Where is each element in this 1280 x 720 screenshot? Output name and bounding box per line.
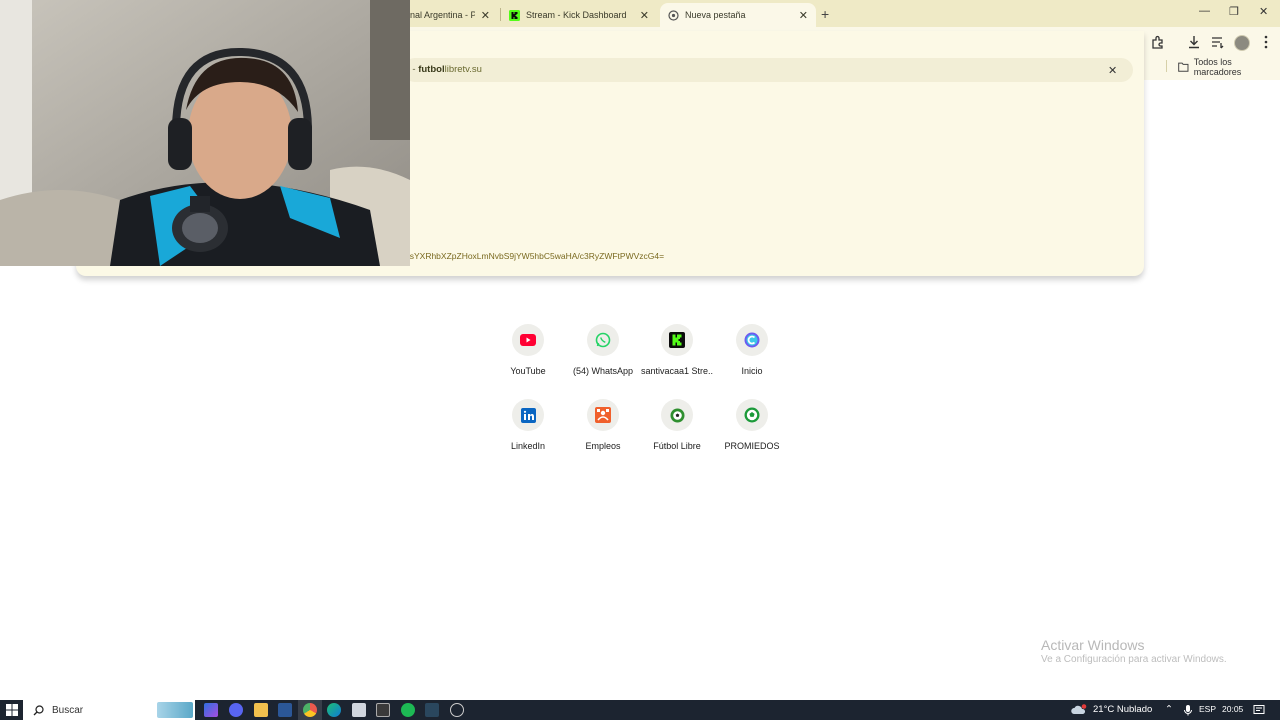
cloudy-weather-icon[interactable]	[1071, 704, 1087, 716]
spotify-icon[interactable]	[401, 703, 415, 717]
futbol-libre-icon	[670, 408, 684, 422]
shortcut-icon-circle	[587, 324, 619, 356]
shortcut-kick[interactable]: santivacaa1 Stre...	[641, 324, 713, 376]
close-window-button[interactable]: ✕	[1259, 5, 1268, 18]
bookmarks-separator	[1166, 60, 1167, 72]
edge-icon[interactable]	[327, 703, 341, 717]
restore-button[interactable]: ❐	[1229, 5, 1239, 18]
empleos-icon	[595, 407, 611, 423]
search-placeholder: Buscar	[52, 704, 84, 716]
shortcut-icon-circle	[512, 399, 544, 431]
close-icon[interactable]: ✕	[799, 9, 808, 22]
shortcut-icon-circle	[736, 324, 768, 356]
shortcut-icon-circle	[736, 399, 768, 431]
new-tab-page-icon	[668, 9, 679, 21]
language-indicator[interactable]: ESP	[1199, 704, 1216, 714]
promiedos-icon	[744, 407, 760, 423]
tab-title: Stream - Kick Dashboard	[526, 10, 627, 20]
omnibox-suggestion-row[interactable]	[403, 58, 1133, 82]
shortcut-icon-circle	[661, 399, 693, 431]
shortcut-inicio[interactable]: Inicio	[716, 324, 788, 376]
minimize-button[interactable]: —	[1199, 5, 1210, 17]
shortcut-icon-circle	[661, 324, 693, 356]
activate-windows-title: Activar Windows	[1041, 637, 1145, 653]
download-icon[interactable]	[1186, 34, 1202, 50]
shortcut-whatsapp[interactable]: (54) WhatsApp	[567, 324, 639, 376]
shortcut-label: YouTube	[510, 366, 546, 376]
kick-icon	[509, 9, 520, 21]
search-highlight-image	[157, 702, 193, 718]
whatsapp-icon	[595, 332, 611, 348]
shortcut-label: Inicio	[741, 366, 763, 376]
omnibox-url-suggestion[interactable]: 9sYXRhbXZpZHoxLmNvbS9jYW5hbC5waHA/c3RyZW…	[405, 251, 664, 261]
shortcut-icon-circle	[512, 324, 544, 356]
shortcut-empleos[interactable]: Empleos	[567, 399, 639, 451]
shortcut-label: LinkedIn	[510, 441, 546, 451]
search-icon	[33, 704, 44, 715]
clock-time[interactable]: 20:05	[1222, 704, 1243, 714]
shortcut-label: santivacaa1 Stre...	[641, 366, 713, 376]
shortcut-youtube[interactable]: YouTube	[492, 324, 564, 376]
streamer-webcam-image	[0, 0, 410, 266]
linkedin-icon	[520, 407, 536, 423]
obs-icon[interactable]	[376, 703, 390, 717]
menu-icon[interactable]	[1258, 34, 1274, 50]
shortcut-label: (54) WhatsApp	[572, 366, 634, 376]
omnibox-suggestion-text: s - futbollibretv.su	[405, 64, 482, 75]
all-bookmarks-button[interactable]: Todos los marcadores	[1178, 57, 1280, 77]
all-bookmarks-label: Todos los marcadores	[1193, 57, 1242, 77]
close-icon[interactable]: ✕	[640, 9, 649, 22]
remove-suggestion-button[interactable]: ✕	[1108, 64, 1117, 77]
profile-avatar[interactable]	[1234, 35, 1250, 51]
notification-icon[interactable]	[1253, 704, 1265, 716]
chevron-up-icon[interactable]: ⌃	[1165, 704, 1173, 715]
shortcut-label: Empleos	[585, 441, 621, 451]
tab-argentina[interactable]: nal Argentina - PC ✕	[402, 3, 498, 27]
suggestion-domain: libretv.su	[444, 64, 482, 75]
steam-icon[interactable]	[425, 703, 439, 717]
suggestion-match: futbol	[418, 64, 445, 75]
youtube-icon	[520, 334, 536, 346]
tab-kick-dashboard[interactable]: Stream - Kick Dashboard ✕	[501, 3, 657, 27]
tab-title: nal Argentina - PC	[410, 10, 475, 20]
inicio-icon	[744, 332, 760, 348]
shortcut-futbol-libre[interactable]: Fútbol Libre	[641, 399, 713, 451]
copilot-icon[interactable]	[204, 703, 218, 717]
shortcut-promiedos[interactable]: PROMIEDOS	[716, 399, 788, 451]
webcam-overlay	[0, 0, 410, 266]
tab-new-tab[interactable]: Nueva pestaña ✕	[660, 3, 816, 27]
weather-text[interactable]: 21°C Nublado	[1093, 704, 1152, 715]
microphone-icon[interactable]	[1182, 704, 1194, 716]
chrome-icon[interactable]	[298, 700, 322, 720]
reading-list-icon[interactable]	[1210, 34, 1226, 50]
store-icon[interactable]	[352, 703, 366, 717]
close-icon[interactable]: ✕	[481, 9, 490, 22]
windows-start-icon[interactable]	[6, 704, 18, 716]
new-tab-button[interactable]: +	[821, 6, 829, 22]
file-explorer-icon[interactable]	[254, 703, 268, 717]
shortcut-linkedin[interactable]: LinkedIn	[492, 399, 564, 451]
folder-icon	[1178, 62, 1189, 72]
word-icon[interactable]	[278, 703, 292, 717]
shortcut-label: Fútbol Libre	[653, 441, 701, 451]
taskbar-search[interactable]: Buscar	[23, 700, 195, 720]
activate-windows-subtitle: Ve a Configuración para activar Windows.	[1041, 654, 1227, 665]
shortcut-label: PROMIEDOS	[724, 441, 780, 451]
windows-taskbar: Buscar 21°C Nublado ⌃ ESP 20:05	[0, 700, 1280, 720]
extensions-icon[interactable]	[1150, 34, 1166, 50]
clock-app-icon[interactable]	[450, 703, 464, 717]
shortcut-icon-circle	[587, 399, 619, 431]
tab-title: Nueva pestaña	[685, 10, 746, 20]
discord-icon[interactable]	[229, 703, 243, 717]
kick-icon	[669, 332, 685, 348]
